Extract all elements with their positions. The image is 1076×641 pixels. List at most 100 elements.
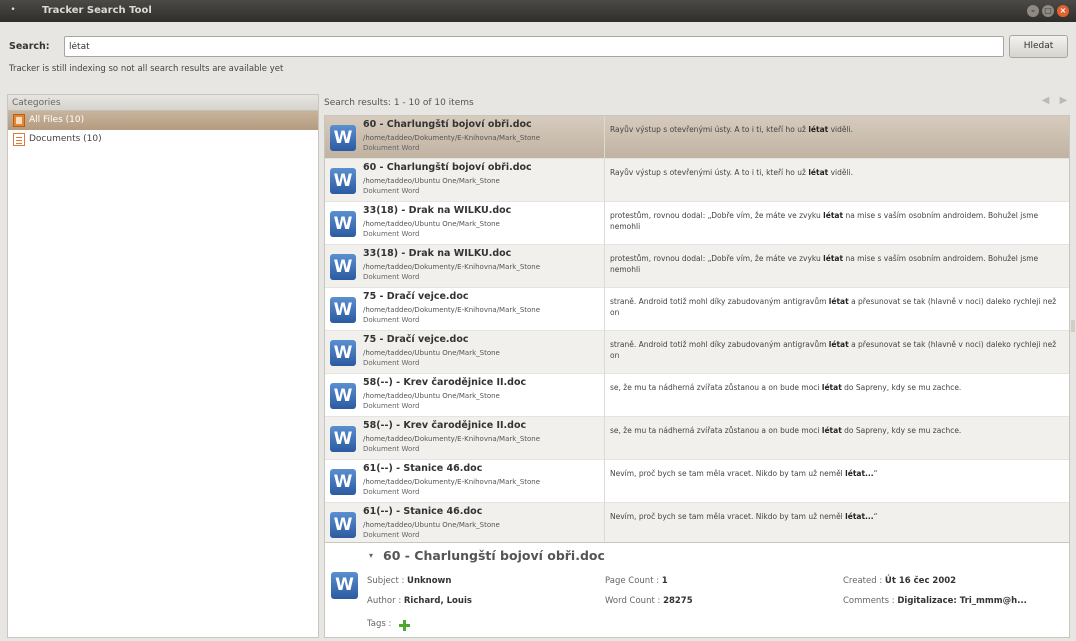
result-title: 75 - Dračí vejce.doc <box>363 334 469 345</box>
window-titlebar[interactable]: • Tracker Search Tool – □ × <box>0 0 1076 22</box>
result-snippet: straně. Android totiž mohl díky zabudova… <box>610 296 1065 318</box>
result-row[interactable]: W 60 - Charlungští bojoví obři.doc/home/t… <box>325 159 1069 202</box>
snippet-text: “ <box>873 469 878 478</box>
result-title: 33(18) - Drak na WILKU.doc <box>363 248 512 259</box>
column-divider <box>604 460 605 503</box>
result-snippet: Nevím, proč bych se tam měla vracet. Nik… <box>610 468 1065 479</box>
snippet-match: létat <box>823 254 844 263</box>
result-row[interactable]: W 33(18) - Drak na WILKU.doc/home/taddeo/… <box>325 202 1069 245</box>
document-icon <box>13 133 25 146</box>
result-path: /home/taddeo/Ubuntu One/Mark_Stone <box>363 521 500 529</box>
snippet-match: létat... <box>845 512 874 521</box>
column-divider <box>604 159 605 202</box>
result-snippet: se, že mu ta nádherná zvířata zůstanou a… <box>610 382 1065 393</box>
result-type: Dokument Word <box>363 445 420 453</box>
column-divider <box>604 288 605 331</box>
result-snippet: protestům, rovnou dodal: „Dobře vím, že … <box>610 253 1065 275</box>
close-button[interactable]: × <box>1057 5 1069 17</box>
search-label: Search: <box>9 41 50 52</box>
result-path: /home/taddeo/Ubuntu One/Mark_Stone <box>363 177 500 185</box>
result-type: Dokument Word <box>363 531 420 539</box>
result-type: Dokument Word <box>363 402 420 410</box>
subject-field: Subject : Unknown <box>367 576 451 586</box>
result-type: Dokument Word <box>363 316 420 324</box>
result-title: 60 - Charlungští bojoví obři.doc <box>363 162 532 173</box>
word-document-icon: W <box>330 469 356 495</box>
result-row[interactable]: W 75 - Dračí vejce.doc/home/taddeo/Ubuntu… <box>325 331 1069 374</box>
column-divider <box>604 116 605 159</box>
word-document-icon: W <box>330 383 356 409</box>
arrow-left-icon[interactable]: ◀ <box>1039 94 1052 107</box>
categories-header[interactable]: Categories <box>8 95 318 111</box>
minimize-button[interactable]: – <box>1027 5 1039 17</box>
column-divider <box>604 202 605 245</box>
category-label: Documents (10) <box>29 134 102 144</box>
word-document-icon: W <box>330 340 356 366</box>
result-row[interactable]: W 33(18) - Drak na WILKU.doc/home/taddeo/… <box>325 245 1069 288</box>
word-document-icon: W <box>330 512 356 538</box>
result-row[interactable]: W 60 - Charlungští bojoví obři.doc/home/t… <box>325 116 1069 159</box>
maximize-button[interactable]: □ <box>1042 5 1054 17</box>
category-all-files[interactable]: All Files (10) <box>8 111 318 130</box>
results-scrollbar[interactable] <box>1071 320 1075 332</box>
search-button[interactable]: Hledat <box>1009 35 1068 58</box>
details-pane: ▾ 60 - Charlungští bojoví obři.doc W Sub… <box>324 543 1070 638</box>
snippet-text: protestům, rovnou dodal: „Dobře vím, že … <box>610 254 824 263</box>
column-divider <box>604 374 605 417</box>
result-snippet: protestům, rovnou dodal: „Dobře vím, že … <box>610 210 1065 232</box>
word-document-icon: W <box>330 125 356 151</box>
details-title: 60 - Charlungští bojoví obři.doc <box>383 548 605 563</box>
result-type: Dokument Word <box>363 273 420 281</box>
category-label: All Files (10) <box>29 115 85 125</box>
search-input[interactable] <box>69 38 969 55</box>
snippet-text: do Sapreny, kdy se mu zachce. <box>841 383 962 392</box>
author-label: Author : <box>367 596 404 606</box>
snippet-text: do Sapreny, kdy se mu zachce. <box>841 426 962 435</box>
created-label: Created : <box>843 576 885 586</box>
word-document-icon: W <box>330 297 356 323</box>
add-tag-icon[interactable] <box>399 620 410 631</box>
result-snippet: Nevím, proč bych se tam měla vracet. Nik… <box>610 511 1065 522</box>
result-snippet: Rayův výstup s otevřenými ústy. A to i t… <box>610 167 1065 178</box>
snippet-match: létat <box>808 125 829 134</box>
result-row[interactable]: W 58(--) - Krev čarodějnice II.doc/home/t… <box>325 417 1069 460</box>
result-path: /home/taddeo/Ubuntu One/Mark_Stone <box>363 220 500 228</box>
snippet-match: létat <box>828 297 849 306</box>
column-divider <box>604 417 605 460</box>
snippet-match: létat <box>808 168 829 177</box>
result-snippet: se, že mu ta nádherná zvířata zůstanou a… <box>610 425 1065 436</box>
result-type: Dokument Word <box>363 359 420 367</box>
search-field[interactable]: ✎ <box>64 36 1059 57</box>
column-divider <box>604 503 605 542</box>
word-document-icon: W <box>331 572 358 599</box>
snippet-text: “ <box>873 512 878 521</box>
window-menu-icon[interactable]: • <box>7 5 19 15</box>
result-row[interactable]: W 75 - Dračí vejce.doc/home/taddeo/Dokume… <box>325 288 1069 331</box>
snippet-text: protestům, rovnou dodal: „Dobře vím, že … <box>610 211 824 220</box>
result-snippet: straně. Android totiž mohl díky zabudova… <box>610 339 1065 361</box>
snippet-text: se, že mu ta nádherná zvířata zůstanou a… <box>610 426 822 435</box>
author-field: Author : Richard, Louis <box>367 596 472 606</box>
result-snippet: Rayův výstup s otevřenými ústy. A to i t… <box>610 124 1065 135</box>
snippet-text: viděli. <box>828 125 854 134</box>
page-count-label: Page Count : <box>605 576 662 586</box>
details-expander-icon[interactable]: ▾ <box>369 551 373 560</box>
subject-label: Subject : <box>367 576 408 586</box>
arrow-right-icon[interactable]: ▶ <box>1057 94 1070 107</box>
result-type: Dokument Word <box>363 187 420 195</box>
results-list[interactable]: W 60 - Charlungští bojoví obři.doc/home/t… <box>324 115 1070 543</box>
result-path: /home/taddeo/Ubuntu One/Mark_Stone <box>363 392 500 400</box>
word-count-field: Word Count : 28275 <box>605 596 693 606</box>
result-row[interactable]: W 61(--) - Stanice 46.doc/home/taddeo/Ubu… <box>325 503 1069 542</box>
word-document-icon: W <box>330 211 356 237</box>
result-row[interactable]: W 58(--) - Krev čarodějnice II.doc/home/t… <box>325 374 1069 417</box>
column-divider <box>604 331 605 374</box>
snippet-text: Rayův výstup s otevřenými ústy. A to i t… <box>610 168 809 177</box>
result-row[interactable]: W 61(--) - Stanice 46.doc/home/taddeo/Dok… <box>325 460 1069 503</box>
subject-value: Unknown <box>407 576 452 586</box>
category-documents[interactable]: Documents (10) <box>8 130 318 149</box>
result-path: /home/taddeo/Dokumenty/E-Knihovna/Mark_S… <box>363 306 541 314</box>
result-type: Dokument Word <box>363 230 420 238</box>
result-title: 58(--) - Krev čarodějnice II.doc <box>363 377 527 388</box>
word-document-icon: W <box>330 168 356 194</box>
